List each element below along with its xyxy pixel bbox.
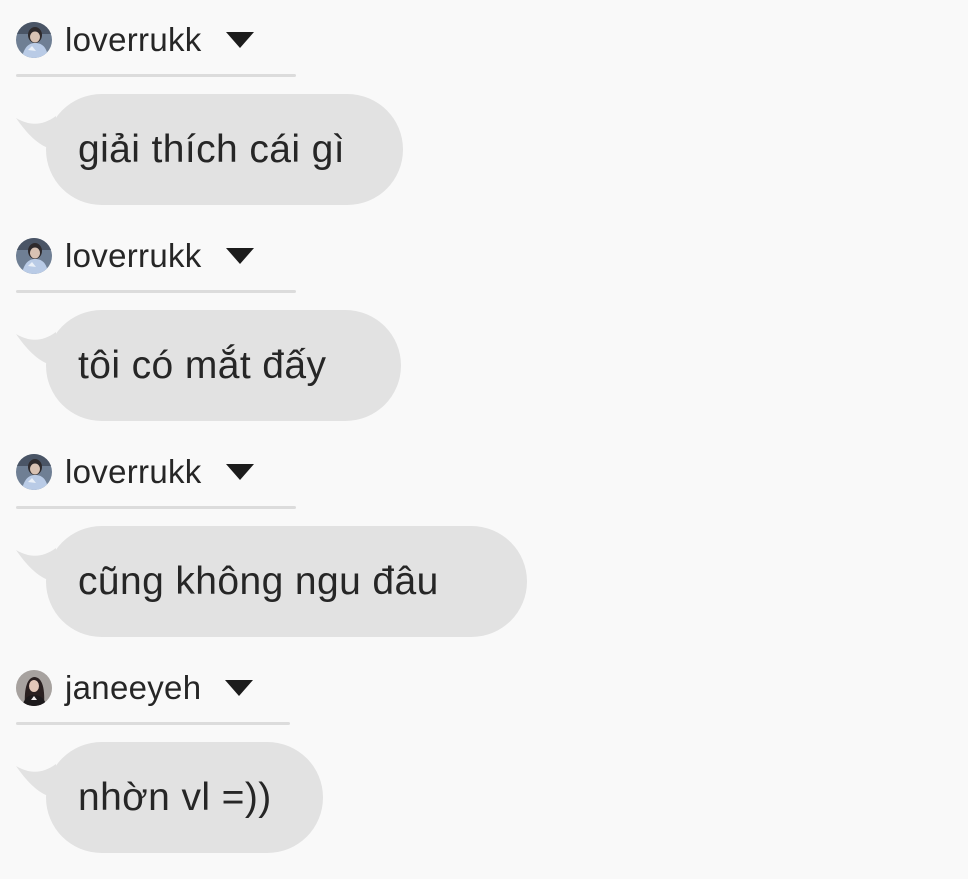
sender-header: loverrukk [16,20,254,60]
avatar[interactable] [16,238,52,274]
sender-divider [16,506,296,509]
caret-down-icon[interactable] [225,680,254,696]
message-group: loverrukk giải thích cái gì [0,0,968,216]
sender-header: loverrukk [16,452,254,492]
sender-header: loverrukk [16,236,254,276]
avatar[interactable] [16,670,52,706]
sender-username[interactable]: janeeyeh [65,668,201,708]
message-text: nhờn vl =)) [78,775,272,819]
message-bubble[interactable]: cũng không ngu đâu [46,526,527,637]
sender-username[interactable]: loverrukk [65,452,202,492]
sender-divider [16,74,296,77]
caret-down-icon[interactable] [225,32,254,48]
sender-username[interactable]: loverrukk [65,20,202,60]
message-bubble[interactable]: nhờn vl =)) [46,742,323,853]
sender-divider [16,290,296,293]
message-text: giải thích cái gì [78,127,345,171]
message-thread: loverrukk giải thích cái gì loverrukk tô… [0,0,968,879]
caret-down-icon[interactable] [225,248,254,264]
message-group: loverrukk cũng không ngu đâu [0,432,968,648]
message-group: loverrukk tôi có mắt đấy [0,216,968,432]
caret-down-icon[interactable] [225,464,254,480]
sender-username[interactable]: loverrukk [65,236,202,276]
message-bubble[interactable]: giải thích cái gì [46,94,403,205]
sender-header: janeeyeh [16,668,254,708]
avatar[interactable] [16,22,52,58]
message-group: janeeyeh nhờn vl =)) [0,648,968,864]
message-text: tôi có mắt đấy [78,343,327,387]
avatar[interactable] [16,454,52,490]
message-bubble[interactable]: tôi có mắt đấy [46,310,401,421]
message-text: cũng không ngu đâu [78,559,439,603]
sender-divider [16,722,290,725]
